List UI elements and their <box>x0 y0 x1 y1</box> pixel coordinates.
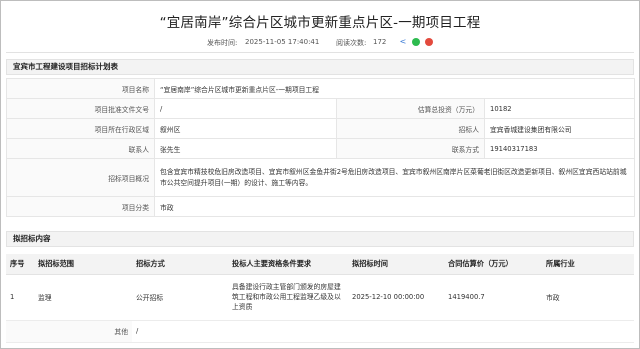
row-method: 公开招标 <box>132 274 228 321</box>
col-header-no: 序号 <box>6 254 34 275</box>
row-approval: 项目批准文件文号 / 估算总投资（万元） 10182 <box>6 98 636 119</box>
row-industry: 市政 <box>542 274 634 321</box>
tenderee-value: 宜宾香城建设集团有限公司 <box>483 118 636 139</box>
approval-value: / <box>154 98 337 119</box>
wechat-icon[interactable] <box>412 38 420 46</box>
title-divider <box>6 52 634 53</box>
investment-label: 估算总投资（万元） <box>336 98 485 119</box>
col-header-qualification: 投标人主要资格条件要求 <box>228 254 348 275</box>
other-label: 其他 <box>6 320 132 343</box>
row-overview: 招标项目概况 包含宜宾市精技校危旧房改造项目、宜宾市叙州区金鱼井街2号危旧房改造… <box>6 158 636 197</box>
contact-value: 张先生 <box>154 138 337 159</box>
publish-time-label: 发布时间: <box>207 39 238 47</box>
other-value: / <box>132 320 634 343</box>
bid-table-header: 序号 拟招标范围 招标方式 投标人主要资格条件要求 拟招标时间 合同估算价（万元… <box>6 254 634 275</box>
article-meta: 发布时间: 2025-11-05 17:40:41 阅读次数: 172 < <box>0 38 640 48</box>
region-value: 叙州区 <box>154 118 337 139</box>
bid-section-heading: 拟招标内容 <box>6 231 634 247</box>
phone-label: 联系方式 <box>336 138 485 159</box>
table-row: 1 监理 公开招标 具备建设行政主管部门颁发的房屋建筑工程和市政公用工程监理乙级… <box>6 274 634 321</box>
row-price: 1419400.7 <box>444 274 542 321</box>
plan-section-heading: 宜宾市工程建设项目招标计划表 <box>6 59 634 75</box>
page-title: “宜居南岸”综合片区城市更新重点片区-一期项目工程 <box>159 15 481 31</box>
row-region: 项目所在行政区域 叙州区 招标人 宜宾香城建设集团有限公司 <box>6 118 636 139</box>
row-contact: 联系人 张先生 联系方式 19140317183 <box>6 138 636 159</box>
col-header-price: 合同估算价（万元） <box>444 254 542 275</box>
project-name-value: “宜居南岸”综合片区城市更新重点片区-一期项目工程 <box>153 78 636 99</box>
category-label: 项目分类 <box>6 196 155 217</box>
overview-label: 招标项目概况 <box>6 158 155 197</box>
row-project-name: 项目名称 “宜居南岸”综合片区城市更新重点片区-一期项目工程 <box>6 78 636 99</box>
publish-time-value: 2025-11-05 17:40:41 <box>245 38 320 46</box>
plan-info-table: 项目名称 “宜居南岸”综合片区城市更新重点片区-一期项目工程 项目批准文件文号 … <box>6 78 636 217</box>
weibo-icon[interactable] <box>425 38 433 46</box>
col-header-industry: 所属行业 <box>542 254 634 275</box>
tenderee-label: 招标人 <box>336 118 485 139</box>
col-header-time: 拟招标时间 <box>348 254 444 275</box>
col-header-method: 招标方式 <box>132 254 228 275</box>
investment-value: 10182 <box>483 98 636 119</box>
row-no: 1 <box>6 274 34 321</box>
bid-content-table: 序号 拟招标范围 招标方式 投标人主要资格条件要求 拟招标时间 合同估算价（万元… <box>6 254 634 343</box>
share-icon[interactable]: < <box>399 38 407 46</box>
overview-value: 包含宜宾市精技校危旧房改造项目、宜宾市叙州区金鱼井街2号危旧房改造项目、宜宾市叙… <box>153 158 636 197</box>
row-time: 2025-12-10 00:00:00 <box>348 274 444 321</box>
phone-value: 19140317183 <box>483 138 636 159</box>
contact-label: 联系人 <box>6 138 155 159</box>
views-count: 172 <box>373 38 387 46</box>
views-label: 阅读次数: <box>336 39 367 47</box>
region-label: 项目所在行政区域 <box>6 118 155 139</box>
row-scope: 监理 <box>34 274 132 321</box>
row-category: 项目分类 市政 <box>6 196 636 217</box>
row-qualification: 具备建设行政主管部门颁发的房屋建筑工程和市政公用工程监理乙级及以上资质 <box>228 274 348 321</box>
col-header-scope: 拟招标范围 <box>34 254 132 275</box>
row-other: 其他 / <box>6 320 634 343</box>
category-value: 市政 <box>153 196 636 217</box>
approval-label: 项目批准文件文号 <box>6 98 155 119</box>
project-name-label: 项目名称 <box>6 78 155 99</box>
